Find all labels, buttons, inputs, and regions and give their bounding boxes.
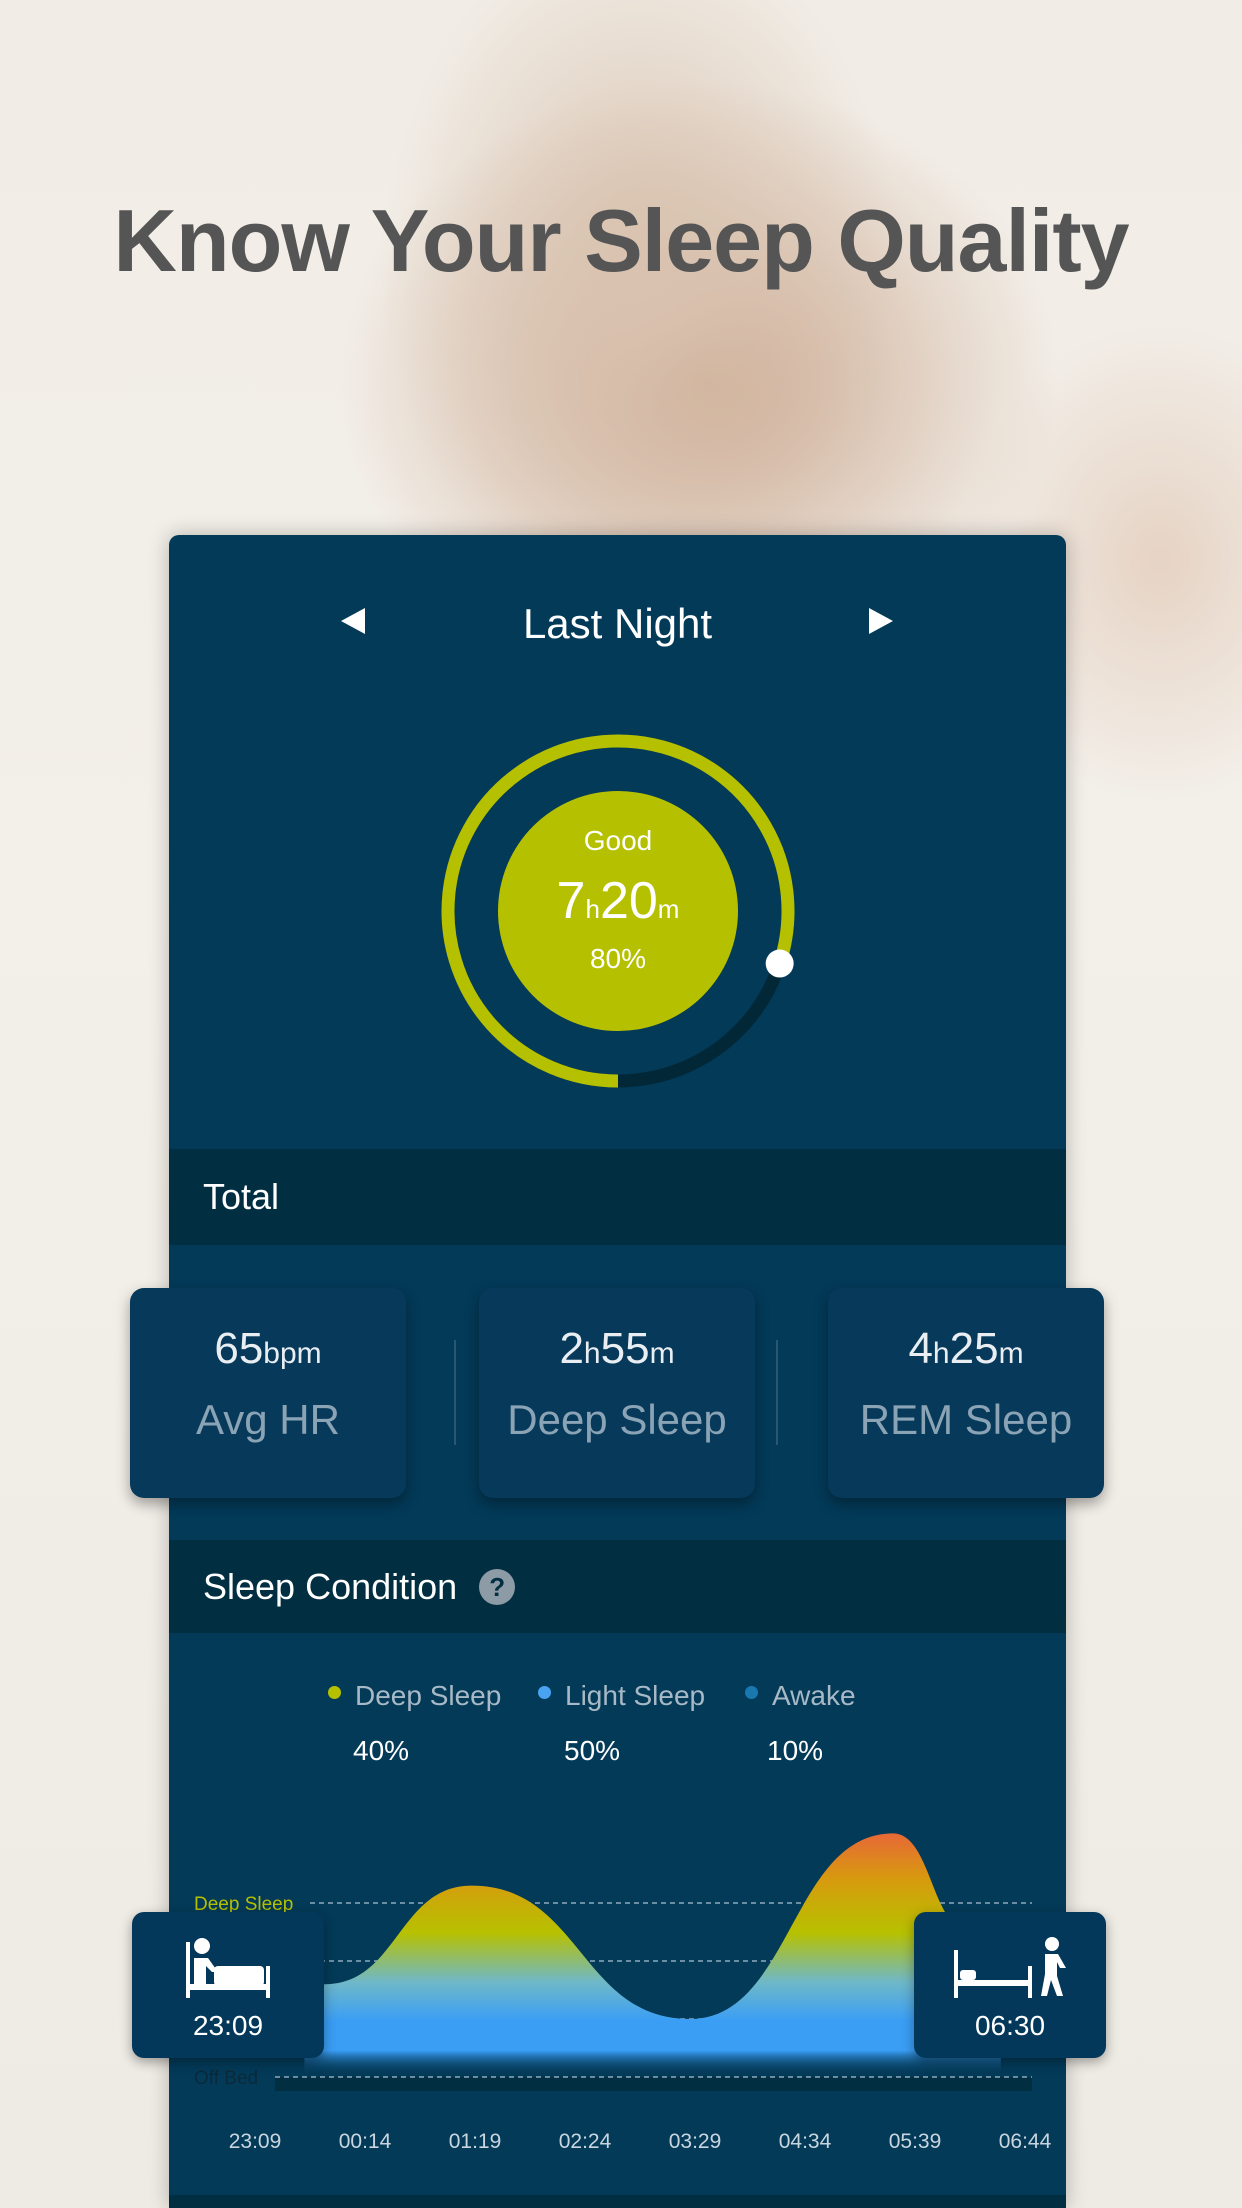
off-bed-level-label: Off Bed	[194, 2068, 258, 2089]
sleep-stage-chart: Deep Sleep Off Bed	[194, 1833, 1032, 2091]
bedtime-card: 23:09	[132, 1912, 324, 2058]
wake-time: 06:30	[974, 2010, 1046, 2041]
x-tick-label: 06:44	[998, 2130, 1052, 2153]
in-bed-icon	[186, 1938, 270, 1998]
x-tick-label: 00:14	[338, 2130, 392, 2153]
leaving-bed-icon	[954, 1937, 1066, 1998]
x-tick-label: 05:39	[888, 2130, 942, 2153]
sleep-curve-area	[304, 1833, 1001, 2077]
x-tick-label: 01:19	[448, 2130, 502, 2153]
x-tick-label: 23:09	[228, 2130, 282, 2153]
x-tick-label: 04:34	[778, 2130, 832, 2153]
chart-baseline	[275, 2077, 1032, 2091]
wake-time-card: 06:30	[914, 1912, 1106, 2058]
next-section-header	[169, 2195, 1066, 2208]
x-tick-label: 02:24	[558, 2130, 612, 2153]
bedtime: 23:09	[192, 2010, 264, 2041]
x-tick-label: 03:29	[668, 2130, 722, 2153]
